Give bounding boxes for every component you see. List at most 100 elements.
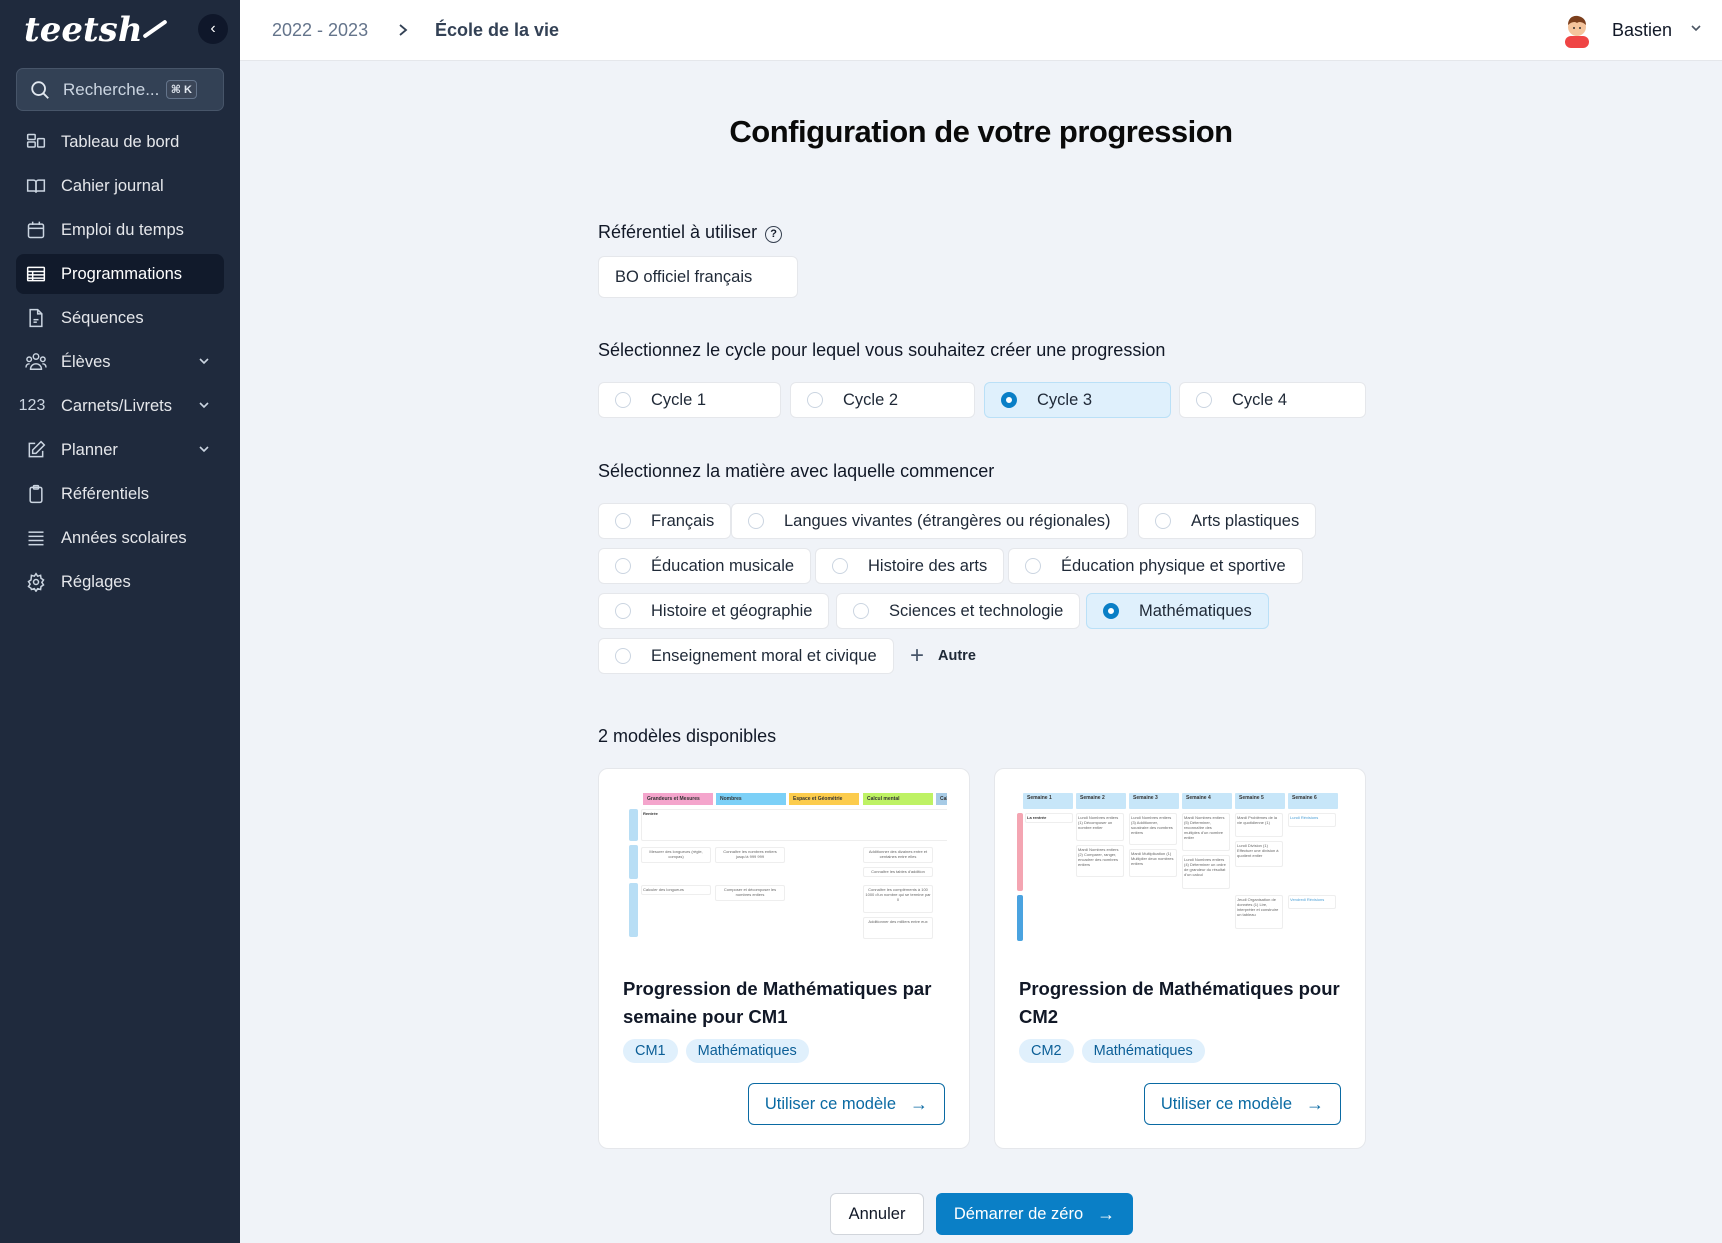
preview-cell: Lundi Révisions — [1288, 813, 1336, 827]
use-template-label: Utiliser ce modèle — [764, 1094, 896, 1113]
preview-cell: Calculer des longueurs — [641, 885, 711, 895]
table-icon — [25, 263, 47, 285]
add-other-label: Autre — [938, 648, 976, 664]
collapse-sidebar-button[interactable]: ‹ — [198, 14, 228, 44]
option-label: Histoire des arts — [868, 556, 988, 575]
search-icon — [31, 80, 49, 99]
radio-selected-icon — [1103, 603, 1119, 619]
sidebar-item-emploi-du-temps[interactable]: Emploi du temps — [16, 210, 224, 250]
cancel-button[interactable]: Annuler — [830, 1193, 924, 1235]
subject-option-emc[interactable]: Enseignement moral et civique — [598, 638, 894, 674]
use-template-label: Utiliser ce modèle — [1160, 1094, 1292, 1113]
preview-week-marker — [629, 883, 638, 937]
sidebar-item-annees-scolaires[interactable]: Années scolaires — [16, 518, 224, 558]
avatar — [1562, 12, 1592, 48]
gear-icon — [25, 571, 47, 593]
subject-option-francais[interactable]: Français — [598, 503, 732, 539]
chevron-down-icon — [198, 441, 210, 460]
sidebar-item-sequences[interactable]: Séquences — [16, 298, 224, 338]
breadcrumb-school[interactable]: École de la vie — [435, 0, 559, 60]
preview-week-marker — [629, 809, 638, 841]
pencil-square-icon — [25, 439, 47, 461]
breadcrumb-year[interactable]: 2022 - 2023 — [272, 0, 368, 60]
option-label: Sciences et technologie — [889, 601, 1064, 620]
subject-option-histoire-geographie[interactable]: Histoire et géographie — [598, 593, 830, 629]
sidebar-item-label: Carnets/Livrets — [61, 396, 172, 415]
preview-cell: Mardi Multiplication (1) Multiplier deux… — [1129, 849, 1177, 877]
sidebar-item-label: Séquences — [61, 308, 144, 327]
chevron-down-icon — [198, 397, 210, 416]
template-card[interactable]: Grandeurs et Mesures Nombres Espace et G… — [598, 768, 970, 1149]
subject-option-sciences-technologie[interactable]: Sciences et technologie — [836, 593, 1081, 629]
add-other-subject-button[interactable]: + Autre — [910, 638, 976, 674]
preview-row-marker — [1017, 813, 1023, 891]
start-label: Démarrer de zéro — [953, 1204, 1084, 1223]
shortcut-badge: ⌘ K — [165, 80, 197, 99]
sidebar-item-label: Référentiels — [61, 484, 150, 503]
preview-cell: La rentrée — [1025, 813, 1073, 823]
sidebar-item-planner[interactable]: Planner — [16, 430, 224, 470]
option-label: Enseignement moral et civique — [651, 646, 877, 665]
subject-option-arts-plastiques[interactable]: Arts plastiques — [1138, 503, 1317, 539]
list-icon — [25, 527, 47, 549]
cycle-option-3[interactable]: Cycle 3 — [984, 382, 1171, 418]
sidebar-item-referentiels[interactable]: Référentiels — [16, 474, 224, 514]
logo-text: teetsh — [24, 10, 143, 50]
sidebar-item-reglages[interactable]: Réglages — [16, 562, 224, 602]
sidebar-item-label: Tableau de bord — [61, 132, 180, 151]
preview-cell: Jeudi Organisation de données (1) Lire, … — [1235, 895, 1283, 929]
use-template-button[interactable]: Utiliser ce modèle → — [747, 1083, 945, 1125]
help-icon[interactable]: ? — [765, 226, 783, 243]
sidebar-item-programmations[interactable]: Programmations — [16, 254, 224, 294]
sidebar-item-tableau-de-bord[interactable]: Tableau de bord — [16, 122, 224, 162]
template-card[interactable]: Semaine 1 Semaine 2 Semaine 3 Semaine 4 … — [994, 768, 1366, 1149]
preview-cell: Mardi Nombres entiers (5) Déterminer, re… — [1182, 813, 1230, 851]
subject-option-eps[interactable]: Éducation physique et sportive — [1008, 548, 1303, 584]
sidebar-nav: Tableau de bord Cahier journal Emploi du… — [16, 122, 224, 606]
sidebar: teetsh ‹ Recherche... ⌘ K Tableau de bor… — [0, 0, 240, 1243]
preview-cell: Vendredi Révisions — [1288, 895, 1336, 909]
sidebar-item-carnets-livrets[interactable]: 123 Carnets/Livrets — [16, 386, 224, 426]
preview-category: Cal — [936, 793, 947, 805]
subject-option-histoire-des-arts[interactable]: Histoire des arts — [815, 548, 1005, 584]
radio-icon — [615, 648, 631, 664]
preview-cell: Connaître les compléments à 100 1000 d'u… — [863, 885, 933, 913]
sidebar-item-eleves[interactable]: Élèves — [16, 342, 224, 382]
use-template-button[interactable]: Utiliser ce modèle → — [1143, 1083, 1341, 1125]
preview-cell: Connaître les nombres entiers jusqu'à 99… — [715, 847, 785, 863]
preview-cell: Composer et décomposer les nombres entie… — [715, 885, 785, 901]
preview-week-header: Semaine 2 — [1076, 793, 1126, 809]
document-icon — [25, 307, 47, 329]
sidebar-item-cahier-journal[interactable]: Cahier journal — [16, 166, 224, 206]
subject-option-mathematiques[interactable]: Mathématiques — [1086, 593, 1269, 629]
breadcrumb-chevron-icon — [397, 0, 409, 60]
cycle-option-2[interactable]: Cycle 2 — [790, 382, 975, 418]
option-label: Mathématiques — [1139, 601, 1252, 620]
sidebar-item-label: Élèves — [61, 352, 111, 371]
template-title: Progression de Mathématiques par semaine… — [623, 978, 932, 1027]
referentiel-label-text: Référentiel à utiliser — [598, 222, 758, 242]
tag-level: CM2 — [1019, 1039, 1074, 1063]
search-input[interactable]: Recherche... ⌘ K — [16, 68, 224, 111]
template-tags: CM1 Mathématiques — [623, 1039, 809, 1063]
subject-option-education-musicale[interactable]: Éducation musicale — [598, 548, 812, 584]
cycle-option-4[interactable]: Cycle 4 — [1179, 382, 1366, 418]
top-header: 2022 - 2023 École de la vie Bastien — [240, 0, 1722, 61]
user-name: Bastien — [1611, 19, 1672, 40]
sidebar-item-label: Emploi du temps — [61, 220, 184, 239]
preview-category: Grandeurs et Mesures — [643, 793, 713, 805]
preview-category: Calcul mental — [863, 793, 933, 805]
cycle-label: Sélectionnez le cycle pour lequel vous s… — [598, 340, 1166, 360]
referentiel-select[interactable]: BO officiel français — [598, 256, 798, 298]
logo[interactable]: teetsh — [24, 10, 169, 50]
option-label: Langues vivantes (étrangères ou régional… — [784, 511, 1111, 530]
option-label: Éducation musicale — [651, 556, 795, 575]
subject-option-langues-vivantes[interactable]: Langues vivantes (étrangères ou régional… — [731, 503, 1128, 539]
preview-cell: Rentrée — [641, 809, 947, 841]
numbers-icon: 123 — [18, 397, 46, 414]
sidebar-item-label: Années scolaires — [61, 528, 187, 547]
preview-row-marker — [1017, 895, 1023, 941]
cycle-option-1[interactable]: Cycle 1 — [598, 382, 781, 418]
start-from-scratch-button[interactable]: Démarrer de zéro → — [936, 1193, 1133, 1235]
user-menu[interactable]: Bastien — [1562, 10, 1702, 50]
